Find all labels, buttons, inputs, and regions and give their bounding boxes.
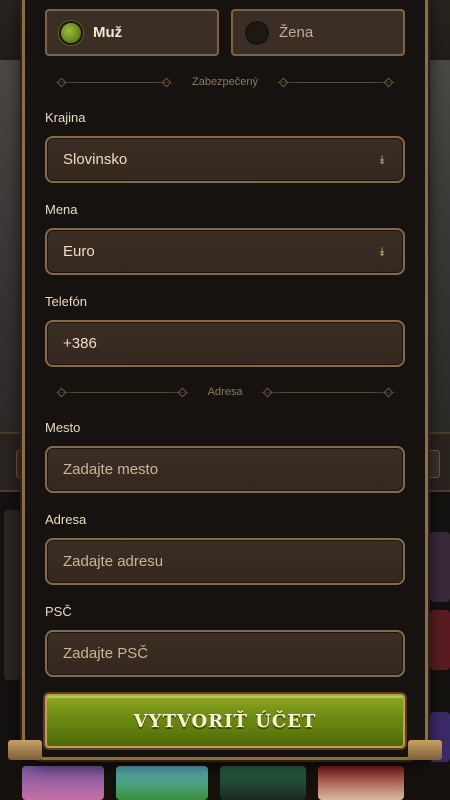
divider-ornament	[50, 81, 178, 83]
currency-label: Mena	[45, 202, 78, 217]
city-label: Mesto	[45, 420, 81, 435]
zip-input[interactable]: Zadajte PSČ	[45, 630, 405, 677]
country-value: Slovinsko	[63, 151, 128, 168]
game-tile	[430, 532, 450, 602]
game-thumbnail	[318, 766, 404, 800]
game-tile	[430, 610, 450, 670]
chevron-down-icon: ⯯	[378, 244, 386, 259]
chevron-down-icon: ⯯	[378, 152, 386, 167]
divider-ornament	[272, 81, 401, 83]
frame-corner-ornament	[8, 740, 42, 760]
phone-value: +386	[63, 335, 97, 352]
divider-ornament	[256, 391, 401, 393]
zip-placeholder: Zadajte PSČ	[63, 645, 149, 662]
phone-input[interactable]: +386	[45, 320, 405, 367]
section-title-address: Adresa	[207, 386, 243, 398]
radio-unselected-icon	[245, 20, 269, 45]
phone-label: Telefón	[45, 294, 87, 309]
city-input[interactable]: Zadajte mesto	[45, 446, 405, 493]
frame-corner-ornament	[408, 740, 442, 760]
zip-label: PSČ	[45, 604, 72, 619]
game-thumbnail	[116, 766, 208, 800]
divider-ornament	[50, 391, 194, 393]
radio-selected-icon	[59, 20, 83, 45]
section-divider-address: Adresa	[50, 384, 401, 400]
currency-select[interactable]: Euro ⯯	[45, 228, 405, 275]
gender-female-label: Žena	[279, 24, 314, 41]
gender-male-label: Muž	[93, 24, 123, 41]
gender-option-male[interactable]: Muž	[45, 9, 219, 56]
create-account-button[interactable]: VYTVORIŤ ÚČET	[45, 694, 405, 748]
game-thumbnail	[220, 766, 306, 800]
game-tile	[4, 510, 20, 680]
address-input[interactable]: Zadajte adresu	[45, 538, 405, 585]
create-account-label: VYTVORIŤ ÚČET	[133, 710, 317, 732]
city-placeholder: Zadajte mesto	[63, 461, 159, 478]
address-placeholder: Zadajte adresu	[63, 553, 164, 570]
section-title-security: Zabezpečený	[191, 76, 259, 88]
currency-value: Euro	[63, 243, 95, 260]
country-label: Krajina	[45, 110, 86, 125]
address-label: Adresa	[45, 512, 87, 527]
gender-option-female[interactable]: Žena	[231, 9, 405, 56]
game-thumbnail	[22, 766, 104, 800]
country-select[interactable]: Slovinsko ⯯	[45, 136, 405, 183]
section-divider-security: Zabezpečený	[50, 74, 401, 90]
background-chip	[428, 450, 440, 478]
